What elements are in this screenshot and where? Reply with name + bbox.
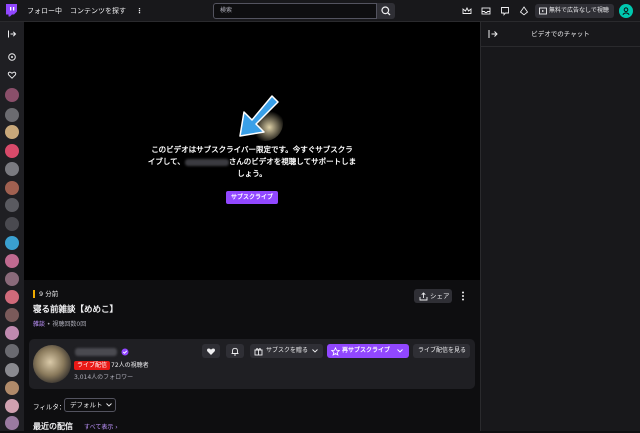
sidebar-channel-avatar[interactable] — [5, 217, 19, 231]
message-line-1: このビデオはサブスクライバー限定です。今すぐサブスクラ — [151, 145, 353, 154]
gift-sub-label: サブスクを贈る — [266, 347, 309, 354]
sidebar-channel-avatar[interactable] — [5, 88, 19, 102]
chevron-down-icon — [397, 349, 403, 353]
top-nav-bar: フォロー中 コンテンツを探す ⋮ 検索 無料で広告なしで視聴 — [0, 0, 640, 22]
sidebar-channel-avatar[interactable] — [5, 363, 19, 377]
resubscribe-button[interactable]: 再サブスクライブ — [327, 344, 409, 358]
bell-icon — [231, 347, 239, 356]
recent-broadcasts-heading: 最近の配信 — [33, 422, 73, 431]
video-title: 寝る前雑談【めめこ】 — [33, 305, 119, 315]
sidebar-channel-avatar[interactable] — [5, 290, 19, 304]
bits-icon[interactable] — [517, 4, 531, 18]
star-icon — [331, 347, 340, 356]
sidebar-channel-avatar[interactable] — [5, 144, 19, 158]
ad-free-icon — [539, 7, 547, 15]
chat-panel: ビデオでのチャット — [480, 22, 640, 431]
nav-following-link[interactable]: フォロー中 — [27, 0, 62, 22]
channel-card: ライブ配信 72人の視聴者 3,014人のフォロワー サブスクを贈る 再サブスク… — [29, 339, 475, 389]
arrow-down-left-icon — [239, 95, 283, 141]
ad-free-label: 無料で広告なしで視聴 — [549, 7, 609, 14]
search-input[interactable]: 検索 — [213, 3, 377, 19]
video-info-panel: 9 分前 寝る前雑談【めめこ】 雑談 • 視聴回数0回 シェア ライブ配信 72… — [24, 280, 480, 431]
sidebar-channel-avatar[interactable] — [5, 326, 19, 340]
whispers-icon[interactable] — [498, 4, 512, 18]
resubscribe-label: 再サブスクライブ — [342, 347, 391, 354]
chat-title: ビデオでのチャット — [531, 30, 590, 38]
channel-name-redacted — [184, 158, 229, 166]
followed-heart-icon[interactable] — [6, 69, 18, 81]
expand-sidebar-icon[interactable] — [6, 28, 18, 40]
follower-count: 3,014人のフォロワー — [74, 374, 134, 381]
heart-icon — [206, 348, 216, 355]
subscribe-button[interactable]: サブスクライブ — [226, 191, 278, 204]
category-link[interactable]: 雑談 — [33, 321, 45, 328]
share-icon — [419, 292, 428, 301]
view-count: 視聴回数0回 — [52, 321, 87, 328]
sidebar-channel-avatar[interactable] — [5, 399, 19, 413]
twitch-logo-icon[interactable] — [5, 4, 17, 17]
live-badge: ライブ配信 — [74, 361, 111, 370]
sidebar-channel-avatar[interactable] — [5, 381, 19, 395]
sidebar-channel-avatar[interactable] — [5, 344, 19, 358]
search-button[interactable] — [377, 3, 395, 19]
channel-avatar[interactable] — [33, 345, 71, 383]
gift-sub-button[interactable]: サブスクを贈る — [250, 344, 323, 358]
left-sidebar — [0, 22, 24, 431]
sidebar-channel-avatar[interactable] — [5, 272, 19, 286]
user-avatar[interactable] — [619, 4, 633, 18]
duration-marker — [33, 290, 35, 298]
search-icon — [381, 6, 391, 16]
inbox-icon[interactable] — [479, 4, 493, 18]
user-icon — [622, 7, 630, 15]
sidebar-channel-avatar[interactable] — [5, 181, 19, 195]
sidebar-channel-avatar[interactable] — [5, 236, 19, 250]
filter-dropdown[interactable]: デフォルト — [64, 398, 116, 412]
ad-free-button[interactable]: 無料で広告なしで視聴 — [535, 4, 614, 18]
sidebar-channel-avatar[interactable] — [5, 254, 19, 268]
message-line-3: しょう。 — [237, 169, 267, 178]
subscriber-only-message: このビデオはサブスクライバー限定です。今すぐサブスクラ イブして、 さんのビデオを… — [128, 144, 376, 180]
viewer-count: 72人の視聴者 — [111, 362, 149, 369]
prime-crown-icon[interactable] — [460, 4, 474, 18]
filter-label: フィルタ： — [33, 403, 66, 411]
sidebar-channel-avatar[interactable] — [5, 308, 19, 322]
watch-live-button[interactable]: ライブ配信を見る — [413, 344, 470, 358]
verified-badge-icon — [121, 348, 129, 356]
filter-selected-value: デフォルト — [70, 401, 103, 409]
nav-browse-link[interactable]: コンテンツを探す — [70, 0, 126, 22]
recommended-icon[interactable] — [6, 51, 18, 63]
notifications-button[interactable] — [226, 344, 244, 358]
gift-icon — [254, 348, 263, 356]
video-meta: 雑談 • 視聴回数0回 — [33, 320, 86, 330]
sidebar-channel-avatar[interactable] — [5, 416, 19, 430]
search-placeholder: 検索 — [220, 7, 233, 14]
share-button[interactable]: シェア — [414, 289, 452, 303]
chat-header: ビデオでのチャット — [481, 22, 640, 47]
sidebar-channel-avatar[interactable] — [5, 108, 19, 122]
share-label: シェア — [430, 292, 450, 300]
video-age: 9 分前 — [39, 290, 59, 298]
more-options-icon[interactable] — [456, 289, 470, 303]
chevron-down-icon — [106, 403, 112, 407]
follow-button[interactable] — [202, 344, 220, 358]
message-line-2-suffix: さんのビデオを視聴してサポートしま — [228, 157, 357, 166]
sidebar-channel-avatar[interactable] — [5, 198, 19, 212]
show-all-link[interactable]: すべて表示 › — [84, 423, 118, 433]
watch-live-label: ライブ配信を見る — [418, 347, 467, 354]
sidebar-channel-avatar[interactable] — [5, 125, 19, 139]
channel-name-redacted[interactable] — [75, 348, 117, 356]
video-player[interactable]: このビデオはサブスクライバー限定です。今すぐサブスクラ イブして、 さんのビデオを… — [24, 22, 480, 280]
message-line-2-prefix: イブして、 — [147, 157, 185, 166]
chevron-down-icon — [312, 349, 318, 353]
sidebar-channel-avatar[interactable] — [5, 162, 19, 176]
more-menu-icon[interactable]: ⋮ — [136, 0, 143, 22]
